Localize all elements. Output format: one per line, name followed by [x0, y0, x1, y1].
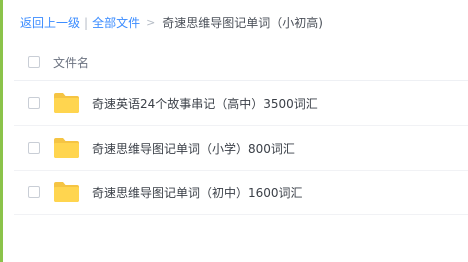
left-accent-bar — [0, 0, 3, 262]
file-name[interactable]: 奇速思维导图记单词（小学）800词汇 — [92, 140, 295, 157]
breadcrumb-current: 奇速思维导图记单词（小初高) — [162, 16, 323, 30]
file-row[interactable]: 奇速英语24个故事串记（高中）3500词汇 — [14, 81, 468, 126]
chevron-right-icon: > — [146, 16, 156, 29]
file-row[interactable]: 奇速思维导图记单词（小学）800词汇 — [14, 126, 468, 171]
back-link[interactable]: 返回上一级 — [20, 14, 80, 32]
all-files-link[interactable]: 全部文件 — [92, 14, 140, 32]
breadcrumb: 返回上一级 | 全部文件 > 奇速思维导图记单词（小初高) — [20, 14, 323, 32]
select-all-checkbox[interactable] — [28, 56, 40, 68]
row-checkbox[interactable] — [28, 142, 40, 154]
folder-icon — [53, 92, 80, 114]
row-checkbox[interactable] — [28, 97, 40, 109]
breadcrumb-separator: | — [84, 16, 89, 30]
file-name[interactable]: 奇速思维导图记单词（初中）1600词汇 — [92, 184, 303, 201]
column-header-filename: 文件名 — [53, 55, 90, 70]
folder-icon — [53, 137, 80, 159]
file-row[interactable]: 奇速思维导图记单词（初中）1600词汇 — [14, 170, 468, 215]
file-list-header: 文件名 — [14, 44, 468, 81]
row-checkbox[interactable] — [28, 186, 40, 198]
folder-icon — [53, 181, 80, 203]
file-name[interactable]: 奇速英语24个故事串记（高中）3500词汇 — [92, 95, 318, 112]
